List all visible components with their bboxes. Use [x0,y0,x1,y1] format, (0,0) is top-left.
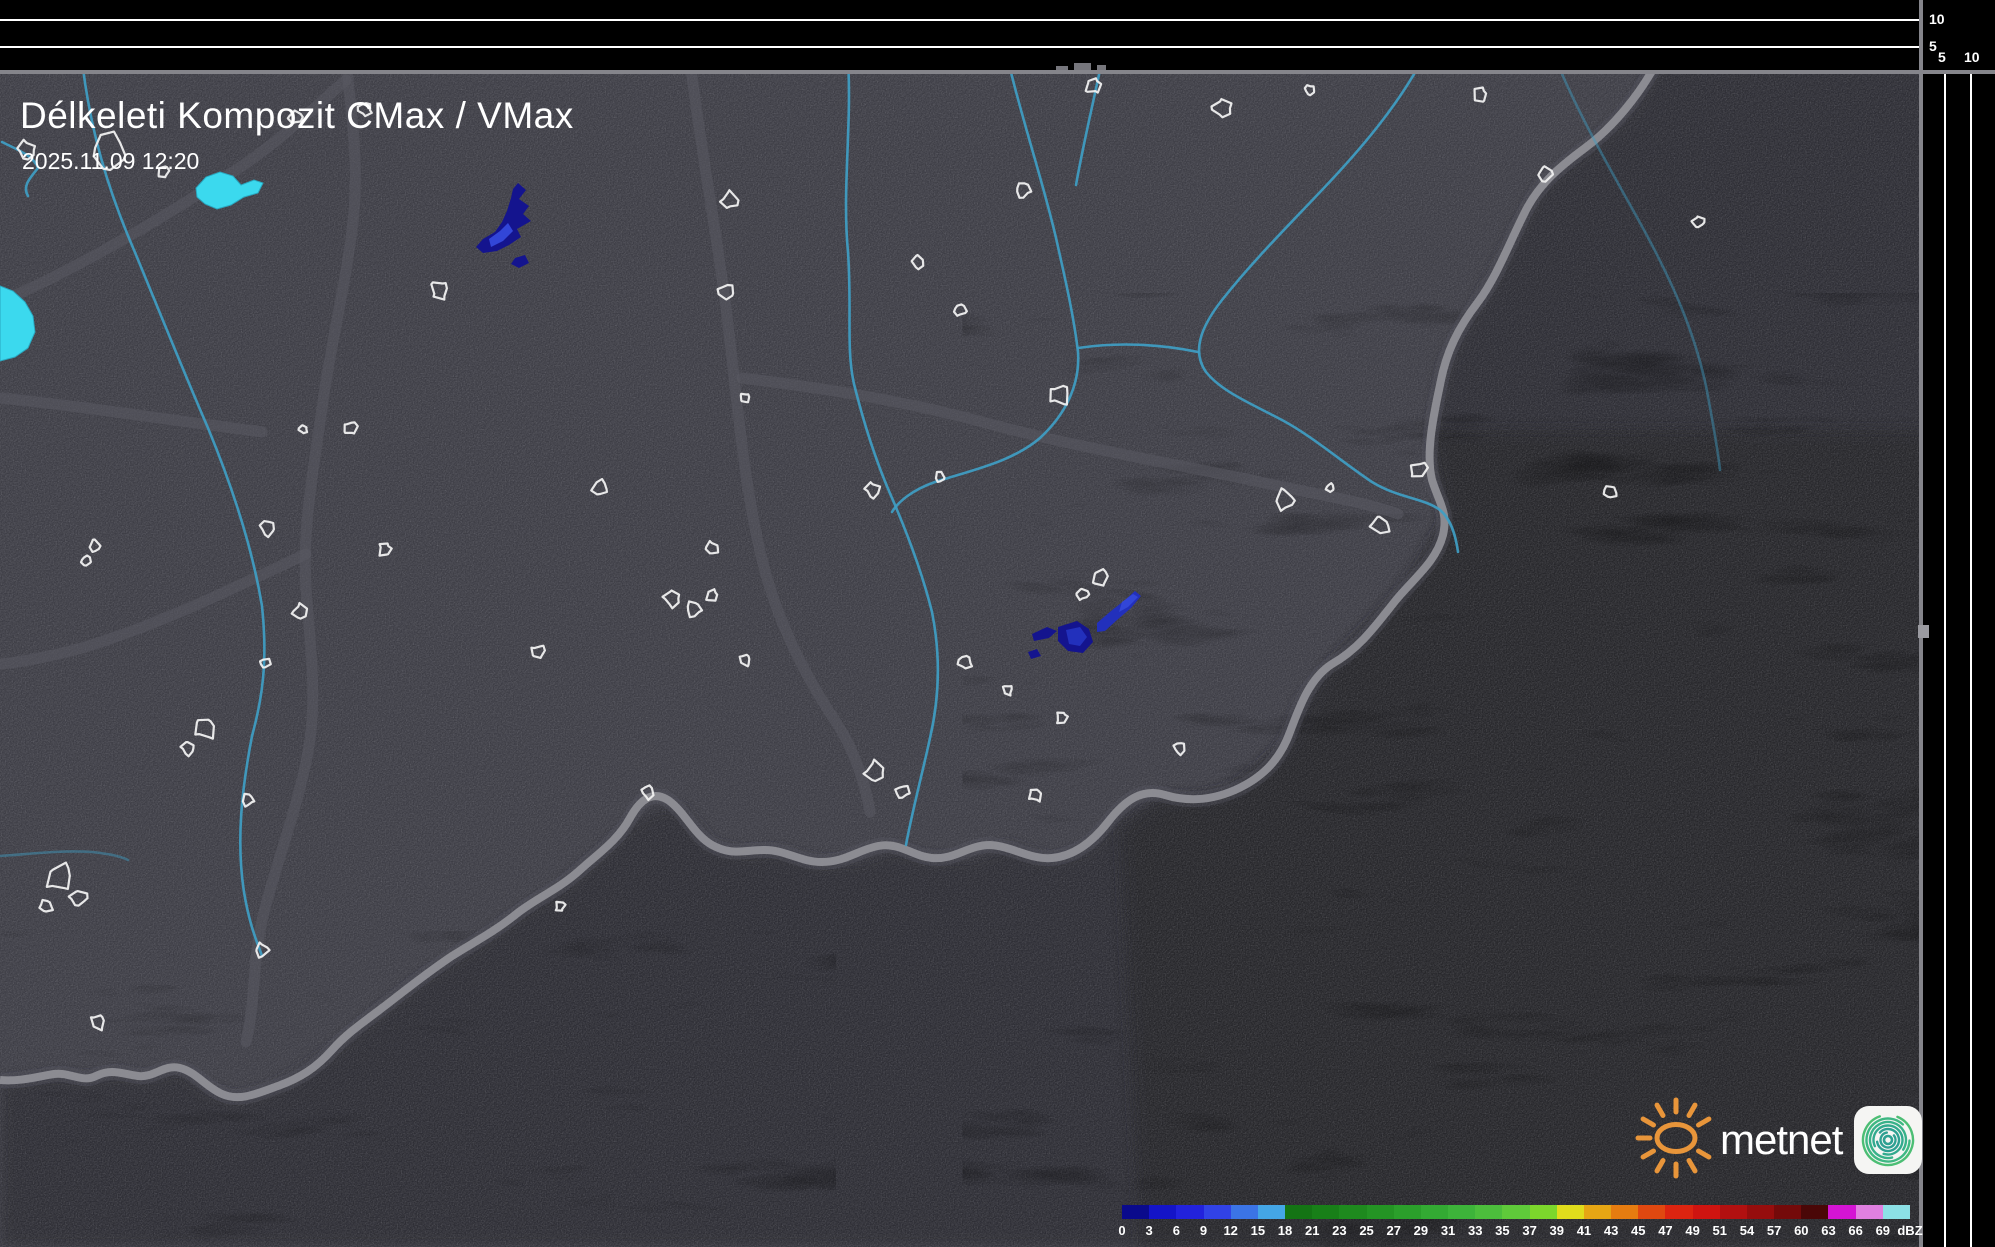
legend-cell [1122,1205,1149,1219]
legend-tick: 43 [1604,1223,1618,1238]
legend-tick: 51 [1713,1223,1727,1238]
legend-tick: 25 [1359,1223,1373,1238]
legend-tick: 23 [1332,1223,1346,1238]
height-axis-label: 5 [1929,39,1937,53]
spiral-app-icon [1854,1106,1922,1174]
sun-icon [1634,1096,1718,1184]
legend-tick: 0 [1118,1223,1125,1238]
legend-tick: 12 [1223,1223,1237,1238]
legend-tick: 47 [1658,1223,1672,1238]
radar-viewer: Délkeleti Kompozit CMax / VMax 2025.11.0… [0,0,1995,1247]
top-height-profile [0,0,1995,70]
height-axis-label: 10 [1964,50,1980,64]
height-gridline [0,46,1919,48]
legend-tick: 39 [1550,1223,1564,1238]
legend-tick: 41 [1577,1223,1591,1238]
legend-tick: 49 [1685,1223,1699,1238]
legend-tick: 69 [1876,1223,1890,1238]
height-axis-label: 5 [1938,50,1946,64]
legend-tick: 63 [1821,1223,1835,1238]
legend-cell [1367,1205,1394,1219]
dbz-color-bar [1122,1205,1910,1219]
right-height-profile [1923,74,1995,1247]
timestamp: 2025.11.09 12:20 [22,148,199,175]
legend-cell [1339,1205,1366,1219]
legend-cell [1883,1205,1910,1219]
legend-cell [1285,1205,1312,1219]
legend-cell [1665,1205,1692,1219]
legend-unit: dBZ [1897,1223,1922,1238]
legend-tick: 18 [1278,1223,1292,1238]
legend-cell [1394,1205,1421,1219]
legend-cell [1502,1205,1529,1219]
legend-cell [1584,1205,1611,1219]
legend-cell [1204,1205,1231,1219]
height-gridline [1970,74,1972,1247]
profile-echo-mark [1918,625,1929,638]
legend-tick: 27 [1386,1223,1400,1238]
height-gridline [1944,74,1946,1247]
metnet-logo: metnet [1634,1096,1922,1184]
legend-cell [1231,1205,1258,1219]
legend-tick: 6 [1173,1223,1180,1238]
legend-cell [1693,1205,1720,1219]
legend-tick: 21 [1305,1223,1319,1238]
legend-cell [1176,1205,1203,1219]
legend-tick: 9 [1200,1223,1207,1238]
legend-tick: 33 [1468,1223,1482,1238]
legend-tick: 29 [1414,1223,1428,1238]
legend-cell [1475,1205,1502,1219]
legend-cell [1149,1205,1176,1219]
legend-cell [1258,1205,1285,1219]
dbz-legend: 0369121518212325272931333537394143454749… [1122,1205,1910,1239]
legend-tick: 31 [1441,1223,1455,1238]
height-gridline [0,19,1919,21]
legend-tick: 57 [1767,1223,1781,1238]
legend-tick: 35 [1495,1223,1509,1238]
legend-cell [1611,1205,1638,1219]
legend-cell [1828,1205,1855,1219]
legend-cell [1774,1205,1801,1219]
legend-cell [1856,1205,1883,1219]
legend-cell [1557,1205,1584,1219]
legend-cell [1448,1205,1475,1219]
height-axis-label: 10 [1929,12,1945,26]
legend-tick: 45 [1631,1223,1645,1238]
dbz-tick-labels: 0369121518212325272931333537394143454749… [1122,1223,1910,1239]
legend-cell [1421,1205,1448,1219]
radar-map [0,0,1995,1247]
legend-cell [1747,1205,1774,1219]
legend-tick: 37 [1522,1223,1536,1238]
legend-tick: 54 [1740,1223,1754,1238]
legend-tick: 60 [1794,1223,1808,1238]
logo-wordmark: metnet [1720,1116,1842,1164]
profile-divider-vertical [1919,0,1923,1247]
legend-tick: 15 [1251,1223,1265,1238]
legend-cell [1638,1205,1665,1219]
legend-cell [1530,1205,1557,1219]
legend-tick: 3 [1146,1223,1153,1238]
profile-divider-horizontal [0,70,1995,74]
page-title: Délkeleti Kompozit CMax / VMax [20,95,574,137]
legend-tick: 66 [1848,1223,1862,1238]
legend-cell [1801,1205,1828,1219]
legend-cell [1312,1205,1339,1219]
legend-cell [1720,1205,1747,1219]
